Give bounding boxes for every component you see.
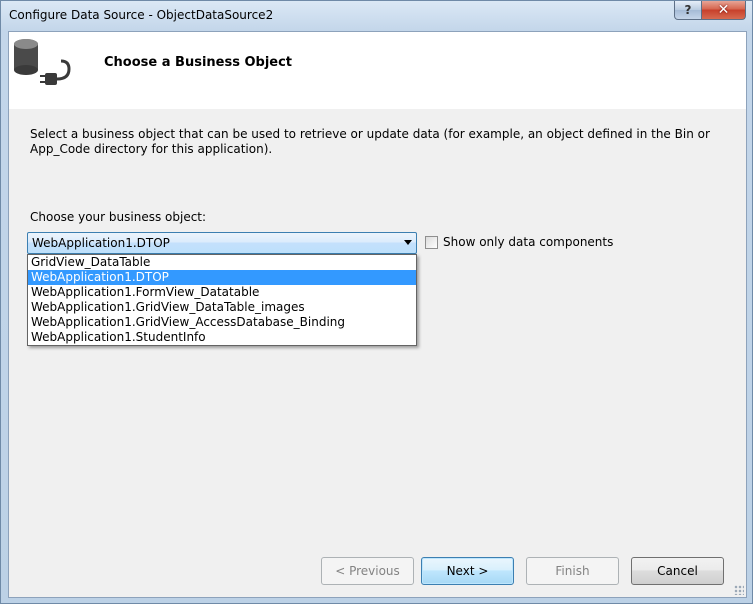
close-button[interactable]: ✕ [702,1,746,20]
close-icon: ✕ [717,2,730,18]
title-bar[interactable]: Configure Data Source - ObjectDataSource… [1,1,752,31]
page-title: Choose a Business Object [104,55,293,70]
window-title: Configure Data Source - ObjectDataSource… [9,8,274,22]
dropdown-option-selected[interactable]: WebApplication1.DTOP [28,270,416,285]
wizard-header: Choose a Business Object [9,32,746,109]
business-object-label: Choose your business object: [30,210,207,224]
database-plug-icon [14,39,71,85]
previous-button[interactable]: < Previous [321,557,414,585]
business-object-selected-value: WebApplication1.DTOP [32,236,170,250]
next-button[interactable]: Next > [421,557,514,585]
dropdown-option[interactable]: WebApplication1.StudentInfo [28,330,416,345]
dropdown-option[interactable]: WebApplication1.GridView_AccessDatabase_… [28,315,416,330]
show-only-data-components-label[interactable]: Show only data components [443,235,613,249]
show-only-data-components-option[interactable]: Show only data components [425,235,613,249]
chevron-down-icon[interactable] [404,240,412,245]
dropdown-option[interactable]: WebApplication1.FormView_Datatable [28,285,416,300]
configure-data-source-window: Configure Data Source - ObjectDataSource… [0,0,753,604]
finish-button[interactable]: Finish [526,557,619,585]
business-object-options-list[interactable]: GridView_DataTable WebApplication1.DTOP … [27,254,417,346]
business-object-dropdown[interactable]: WebApplication1.DTOP [27,232,417,254]
dropdown-option[interactable]: WebApplication1.GridView_DataTable_image… [28,300,416,315]
cancel-button[interactable]: Cancel [631,557,724,585]
help-icon: ? [684,3,692,17]
help-button[interactable]: ? [674,1,702,20]
title-bar-buttons: ? ✕ [674,1,746,20]
show-only-data-components-checkbox[interactable] [425,235,438,249]
resize-grip[interactable] [734,585,744,595]
dialog-client-area: Choose a Business Object Select a busine… [8,31,747,598]
dropdown-option[interactable]: GridView_DataTable [28,255,416,270]
description-text: Select a business object that can be use… [30,127,710,156]
